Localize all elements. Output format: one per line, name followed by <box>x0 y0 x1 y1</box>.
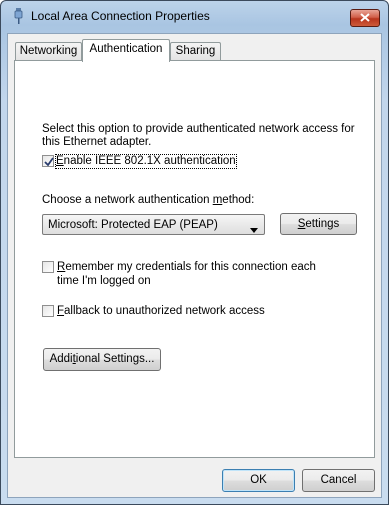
fallback-checkbox[interactable] <box>42 305 54 317</box>
fallback-label[interactable]: Fallback to unauthorized network access <box>57 305 265 318</box>
settings-button[interactable]: Settings <box>280 213 357 235</box>
remember-credentials-label[interactable]: Remember my credentials for this connect… <box>57 261 316 274</box>
auth-method-label-post: ethod: <box>222 194 255 206</box>
description-line-2: this Ethernet adapter. <box>42 136 152 148</box>
dialog-client-area: Networking Authentication Sharing Select… <box>7 33 382 498</box>
network-connection-icon <box>12 8 26 24</box>
remember-credentials-checkbox[interactable] <box>42 261 54 273</box>
enable-8021x-label[interactable]: Enable IEEE 802.1X authentication <box>55 154 237 169</box>
ok-button[interactable]: OK <box>222 469 295 492</box>
tab-authentication[interactable]: Authentication <box>82 39 170 62</box>
remember-label-line-2[interactable]: time I'm logged on <box>57 275 151 288</box>
auth-method-access-key: m <box>212 194 223 206</box>
remember-label-line-1: emember my credentials for this connecti… <box>65 261 316 273</box>
additional-settings-pre: Addi <box>49 353 73 365</box>
auth-method-label: Choose a network authentication method: <box>42 194 254 207</box>
description-line-1: Select this option to provide authentica… <box>42 123 355 135</box>
settings-button-label: ettings <box>305 218 340 230</box>
authentication-panel: Select this option to provide authentica… <box>14 60 375 458</box>
enable-8021x-label-text: nable IEEE 802.1X authentication <box>63 155 236 167</box>
tab-sharing[interactable]: Sharing <box>170 42 221 61</box>
cancel-button[interactable]: Cancel <box>302 469 375 492</box>
auth-method-selected: Microsoft: Protected EAP (PEAP) <box>48 219 218 231</box>
chevron-down-icon <box>250 223 258 236</box>
tab-networking[interactable]: Networking <box>15 42 82 61</box>
dialog-window: Local Area Connection Properties Network… <box>0 0 389 505</box>
title-bar[interactable]: Local Area Connection Properties <box>1 1 388 33</box>
enable-8021x-access-key: E <box>56 155 64 167</box>
close-button[interactable] <box>350 9 380 27</box>
fallback-access-key: F <box>57 305 65 317</box>
additional-settings-button[interactable]: Additional Settings... <box>43 348 161 371</box>
fallback-label-text: allback to unauthorized network access <box>64 305 265 317</box>
window-title: Local Area Connection Properties <box>31 9 210 23</box>
additional-settings-post: ional Settings... <box>75 353 155 365</box>
close-icon <box>360 12 370 25</box>
auth-method-label-pre: Choose a network authentication <box>42 194 213 206</box>
auth-method-dropdown[interactable]: Microsoft: Protected EAP (PEAP) <box>42 214 265 235</box>
enable-8021x-checkbox[interactable] <box>42 155 54 167</box>
